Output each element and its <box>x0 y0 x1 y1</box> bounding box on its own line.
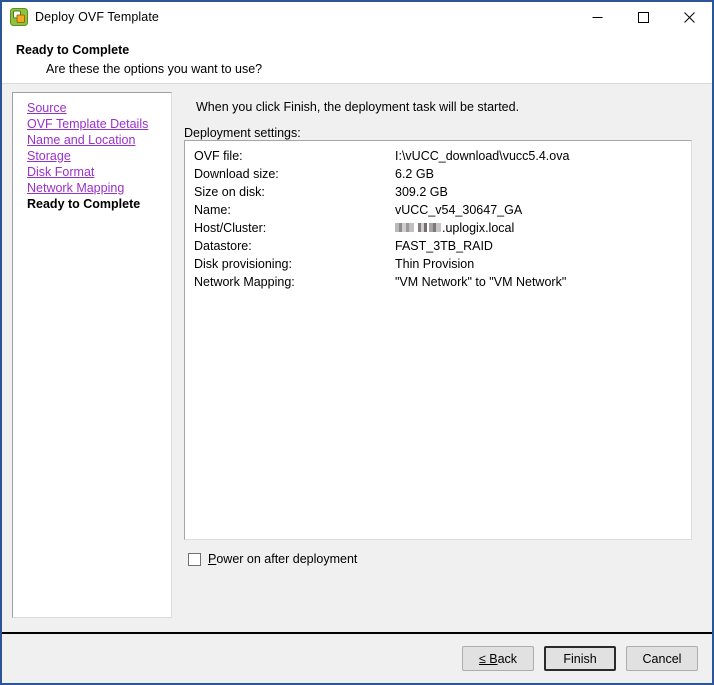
sidebar-item-network-mapping[interactable]: Network Mapping <box>27 180 124 196</box>
title-bar: Deploy OVF Template <box>2 2 712 32</box>
deployment-settings-box: OVF file: I:\vUCC_download\vucc5.4.ova D… <box>184 140 692 540</box>
power-on-after-deployment-checkbox[interactable] <box>188 553 201 566</box>
setting-value: 6.2 GB <box>395 165 691 183</box>
setting-value: FAST_3TB_RAID <box>395 237 691 255</box>
sidebar-item-disk-format[interactable]: Disk Format <box>27 164 94 180</box>
setting-row-disk-provisioning: Disk provisioning: Thin Provision <box>185 255 691 273</box>
wizard-steps-sidebar: Source OVF Template Details Name and Loc… <box>12 92 172 618</box>
setting-row-network-mapping: Network Mapping: "VM Network" to "VM Net… <box>185 273 691 291</box>
sidebar-item-storage[interactable]: Storage <box>27 148 71 164</box>
sidebar-item-ovf-template-details[interactable]: OVF Template Details <box>27 116 148 132</box>
window-controls <box>574 2 712 32</box>
close-button[interactable] <box>666 2 712 32</box>
deployment-settings-label: Deployment settings: <box>184 125 704 141</box>
setting-key: Disk provisioning: <box>194 255 395 273</box>
deploy-ovf-template-window: Deploy OVF Template Ready to Comple <box>0 0 714 685</box>
dialog-body: Source OVF Template Details Name and Loc… <box>2 84 712 632</box>
setting-value: "VM Network" to "VM Network" <box>395 273 691 291</box>
page-title: Ready to Complete <box>16 42 712 58</box>
back-rest: ack <box>498 652 517 666</box>
sidebar-item-ready-to-complete: Ready to Complete <box>27 196 140 212</box>
setting-row-host-cluster: Host/Cluster: .uplogix.local <box>185 219 691 237</box>
setting-key: Network Mapping: <box>194 273 395 291</box>
minimize-icon <box>592 12 603 23</box>
setting-key: Name: <box>194 201 395 219</box>
setting-row-name: Name: vUCC_v54_30647_GA <box>185 201 691 219</box>
wizard-content-pane: When you click Finish, the deployment ta… <box>180 92 704 618</box>
power-on-label-rest: ower on after deployment <box>216 552 357 566</box>
setting-key: Datastore: <box>194 237 395 255</box>
maximize-icon <box>638 12 649 23</box>
setting-value: Thin Provision <box>395 255 691 273</box>
dialog-footer: ≤ Back Finish Cancel <box>2 634 712 683</box>
ovf-template-icon <box>10 8 28 26</box>
page-header: Ready to Complete Are these the options … <box>2 32 712 84</box>
setting-value: I:\vUCC_download\vucc5.4.ova <box>395 147 691 165</box>
setting-row-datastore: Datastore: FAST_3TB_RAID <box>185 237 691 255</box>
redacted-hostname <box>395 223 441 232</box>
back-button[interactable]: ≤ Back <box>462 646 534 671</box>
setting-value: 309.2 GB <box>395 183 691 201</box>
cancel-button[interactable]: Cancel <box>626 646 698 671</box>
intro-text: When you click Finish, the deployment ta… <box>196 99 704 115</box>
setting-key: OVF file: <box>194 147 395 165</box>
sidebar-item-name-and-location[interactable]: Name and Location <box>27 132 135 148</box>
minimize-button[interactable] <box>574 2 620 32</box>
close-icon <box>684 12 695 23</box>
back-accel: ≤ B <box>479 652 498 666</box>
power-on-after-deployment-label[interactable]: Power on after deployment <box>208 552 357 566</box>
power-on-after-deployment-row[interactable]: Power on after deployment <box>188 552 357 566</box>
setting-row-size-on-disk: Size on disk: 309.2 GB <box>185 183 691 201</box>
setting-key: Host/Cluster: <box>194 219 395 237</box>
finish-button[interactable]: Finish <box>544 646 616 671</box>
page-subtitle: Are these the options you want to use? <box>46 61 712 77</box>
hostname-suffix: .uplogix.local <box>442 221 514 235</box>
setting-value: vUCC_v54_30647_GA <box>395 201 691 219</box>
setting-row-download-size: Download size: 6.2 GB <box>185 165 691 183</box>
setting-key: Download size: <box>194 165 395 183</box>
setting-row-ovf-file: OVF file: I:\vUCC_download\vucc5.4.ova <box>185 147 691 165</box>
setting-key: Size on disk: <box>194 183 395 201</box>
setting-value-host-cluster: .uplogix.local <box>395 219 691 237</box>
window-title: Deploy OVF Template <box>35 10 159 24</box>
sidebar-item-source[interactable]: Source <box>27 100 67 116</box>
maximize-button[interactable] <box>620 2 666 32</box>
